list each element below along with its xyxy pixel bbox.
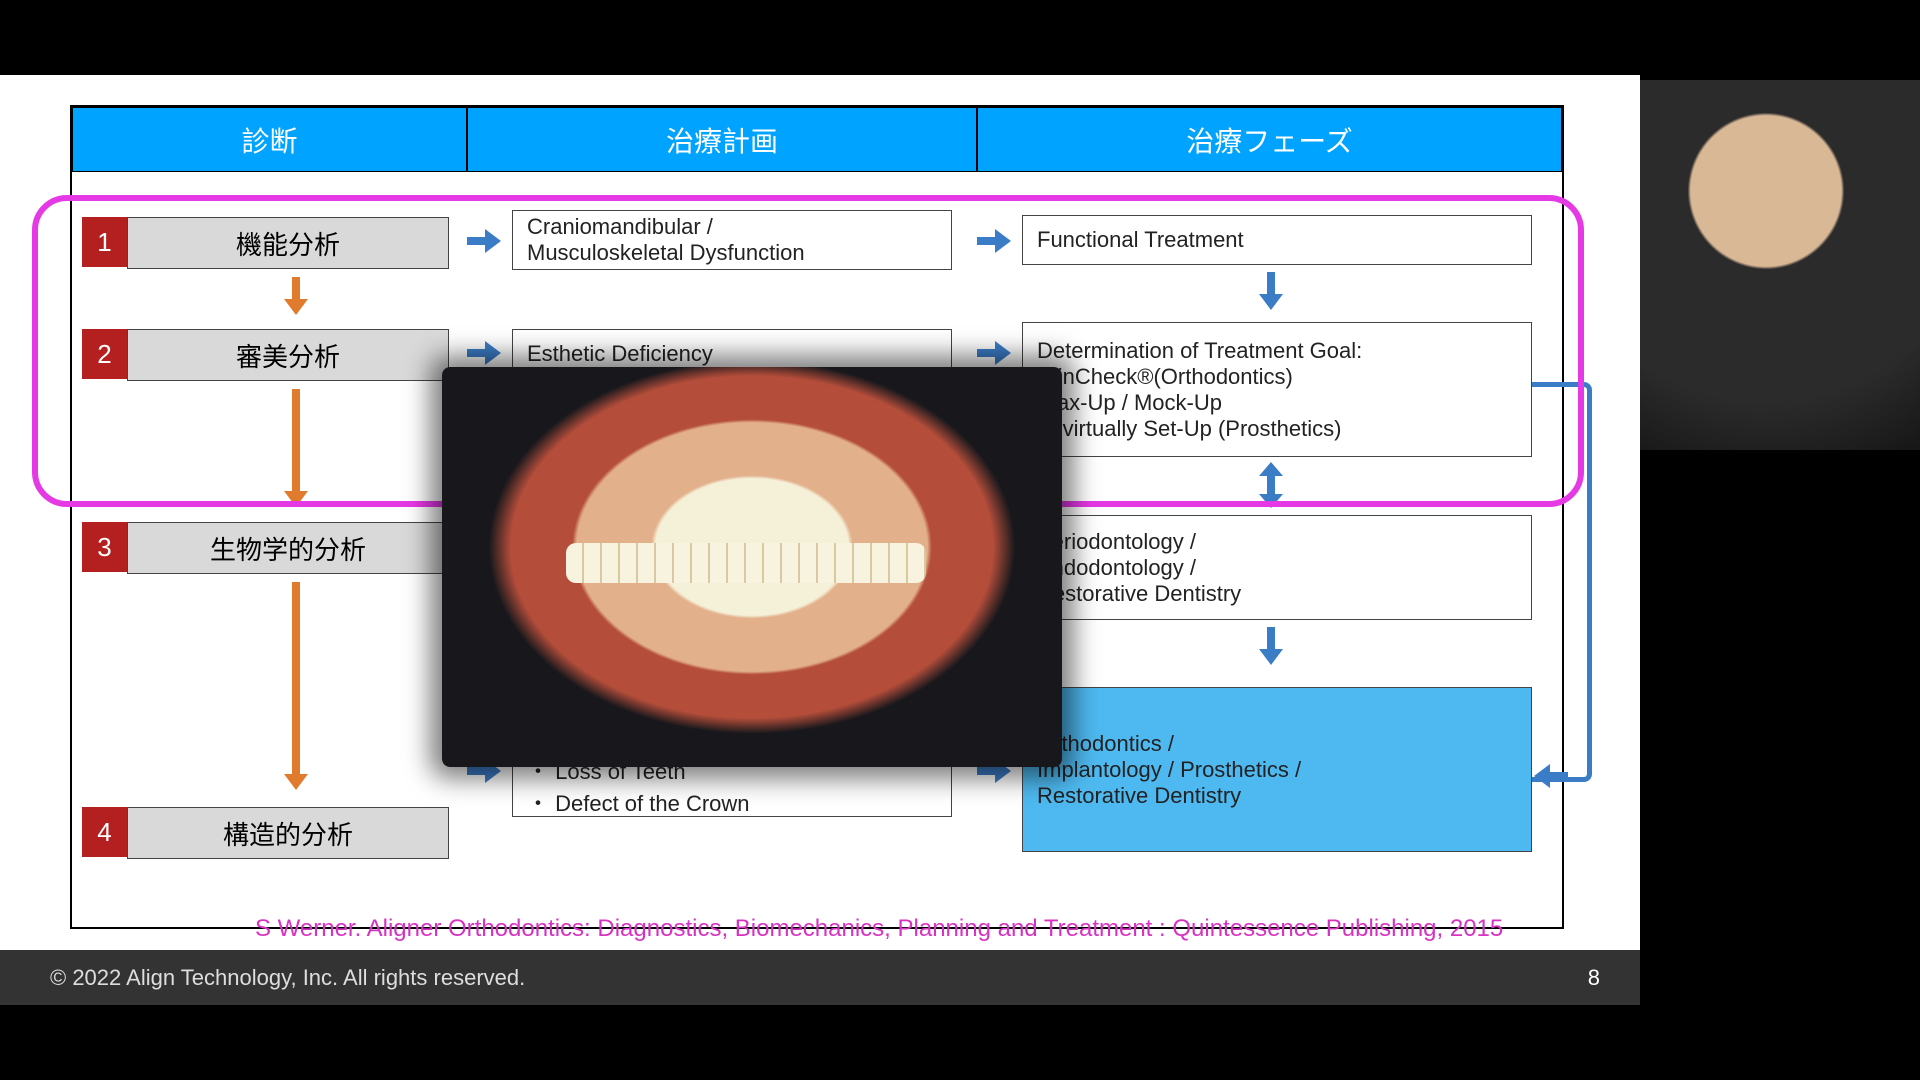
row-label-functional-analysis: 機能分析 <box>127 217 449 269</box>
dental-prosthetic-image <box>442 367 1062 767</box>
letterbox-bottom <box>0 1005 1920 1080</box>
feedback-loop-line <box>1532 382 1592 782</box>
copyright-bar: © 2022 Align Technology, Inc. All rights… <box>0 950 1640 1005</box>
arrow-right-icon <box>977 227 1011 257</box>
presenter-webcam <box>1640 80 1920 450</box>
phase2-l4: or virtually Set-Up (Prosthetics) <box>1037 416 1341 442</box>
arrow-updown-icon <box>1257 462 1287 508</box>
slide-content: 診断 治療計画 治療フェーズ 1 機能分析 Craniomandibular /… <box>0 75 1640 1005</box>
phase-box-1: Functional Treatment <box>1022 215 1532 265</box>
plan-box-1: Craniomandibular / Musculoskeletal Dysfu… <box>512 210 952 270</box>
phase2-l1: Determination of Treatment Goal: <box>1037 338 1362 364</box>
column-header-phase: 治療フェーズ <box>977 107 1562 172</box>
row-label-biological-analysis: 生物学的分析 <box>127 522 449 574</box>
row-label-esthetic-analysis: 審美分析 <box>127 329 449 381</box>
plan1-line1: Craniomandibular / <box>527 214 713 240</box>
arrow-down-icon <box>1257 627 1287 667</box>
arrow-right-icon <box>467 227 501 257</box>
phase4-l3: Restorative Dentistry <box>1037 783 1241 809</box>
arrow-down-icon: .arrow-d[style*="height:210px"]::before{… <box>282 582 312 792</box>
row-number-1: 1 <box>82 217 127 267</box>
arrow-right-icon <box>467 339 501 369</box>
plan1-line2: Musculoskeletal Dysfunction <box>527 240 805 266</box>
plan2-text: Esthetic Deficiency <box>527 341 713 367</box>
phase1-text: Functional Treatment <box>1037 227 1244 253</box>
row-label-structural-analysis: 構造的分析 <box>127 807 449 859</box>
phase4-l2: Implantology / Prosthetics / <box>1037 757 1301 783</box>
arrow-down-icon <box>1257 272 1287 312</box>
arrow-down-icon: .arrow-d[style*="height:120px"]::before{… <box>282 389 312 509</box>
arrow-left-icon <box>1534 762 1568 792</box>
citation-text: S Werner. Aligner Orthodontics: Diagnost… <box>255 915 1503 943</box>
presenter-image <box>1640 80 1920 450</box>
phase2-l3: Wax-Up / Mock-Up <box>1037 390 1222 416</box>
arrow-right-icon <box>977 339 1011 369</box>
arrow-down-icon <box>282 277 312 317</box>
row-number-2: 2 <box>82 329 127 379</box>
phase-box-2: Determination of Treatment Goal: ClinChe… <box>1022 322 1532 457</box>
column-header-plan: 治療計画 <box>467 107 977 172</box>
row-number-3: 3 <box>82 522 127 572</box>
row-number-4: 4 <box>82 807 127 857</box>
flow-chart: 診断 治療計画 治療フェーズ 1 機能分析 Craniomandibular /… <box>70 105 1564 929</box>
copyright-text: © 2022 Align Technology, Inc. All rights… <box>50 965 525 991</box>
phase-box-4: Orthodontics / Implantology / Prosthetic… <box>1022 687 1532 852</box>
letterbox-top <box>0 0 1920 75</box>
page-number: 8 <box>1588 965 1600 991</box>
phase2-l2: ClinCheck®(Orthodontics) <box>1037 364 1293 390</box>
column-header-diagnosis: 診断 <box>72 107 467 172</box>
plan4-l3: ・ Defect of the Crown <box>527 786 750 818</box>
phase3-l3: Restorative Dentistry <box>1037 581 1241 607</box>
phase-box-3: Periodontology / Endodontology / Restora… <box>1022 515 1532 620</box>
